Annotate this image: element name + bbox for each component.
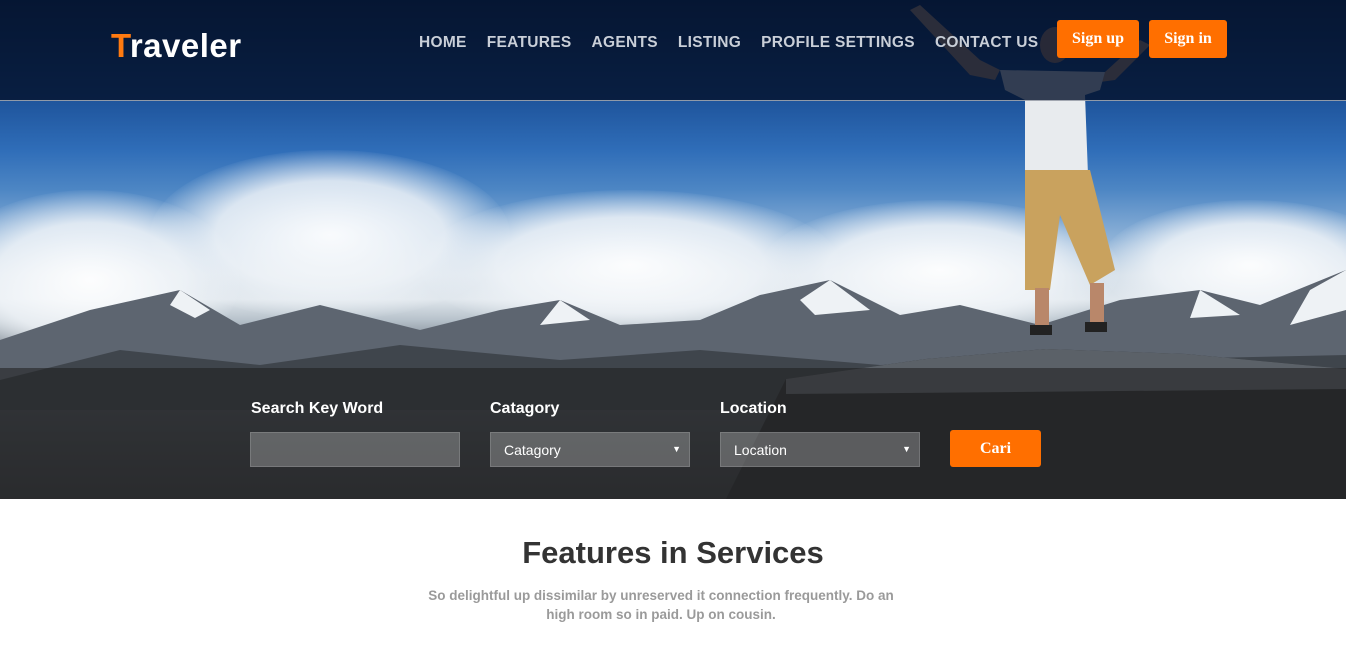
signin-button[interactable]: Sign in [1149, 20, 1227, 58]
keyword-input[interactable] [250, 432, 460, 467]
search-panel: Search Key Word Catagory Catagory ▼ Loca… [0, 368, 1346, 499]
search-submit-button[interactable]: Cari [950, 430, 1041, 467]
nav-item-features[interactable]: FEATURES [487, 34, 572, 52]
dropdown-arrow-icon: ▼ [902, 444, 911, 454]
category-select[interactable]: Catagory ▼ [490, 432, 690, 467]
brand-logo[interactable]: Traveler [111, 27, 242, 65]
features-title: Features in Services [522, 535, 824, 570]
dropdown-arrow-icon: ▼ [672, 444, 681, 454]
signup-button[interactable]: Sign up [1057, 20, 1139, 58]
nav-item-listing[interactable]: LISTING [678, 34, 741, 52]
nav-item-contact-us[interactable]: CONTACT US [935, 34, 1038, 52]
category-label: Catagory [490, 400, 560, 417]
location-selected-value: Location [734, 441, 787, 458]
nav-item-profile-settings[interactable]: PROFILE SETTINGS [761, 34, 915, 52]
location-select[interactable]: Location ▼ [720, 432, 920, 467]
logo-text: raveler [129, 27, 242, 64]
location-label: Location [720, 400, 787, 417]
logo-initial: T [111, 27, 130, 64]
hero-section: Traveler HOME FEATURES AGENTS LISTING PR… [0, 0, 1346, 499]
nav-item-agents[interactable]: AGENTS [592, 34, 658, 52]
features-description: So delightful up dissimilar by unreserve… [428, 588, 894, 622]
header-bar: Traveler HOME FEATURES AGENTS LISTING PR… [0, 0, 1346, 101]
category-selected-value: Catagory [504, 441, 561, 458]
keyword-label: Search Key Word [251, 400, 384, 417]
nav-item-home[interactable]: HOME [419, 34, 467, 52]
main-nav: HOME FEATURES AGENTS LISTING PROFILE SET… [419, 34, 1038, 52]
